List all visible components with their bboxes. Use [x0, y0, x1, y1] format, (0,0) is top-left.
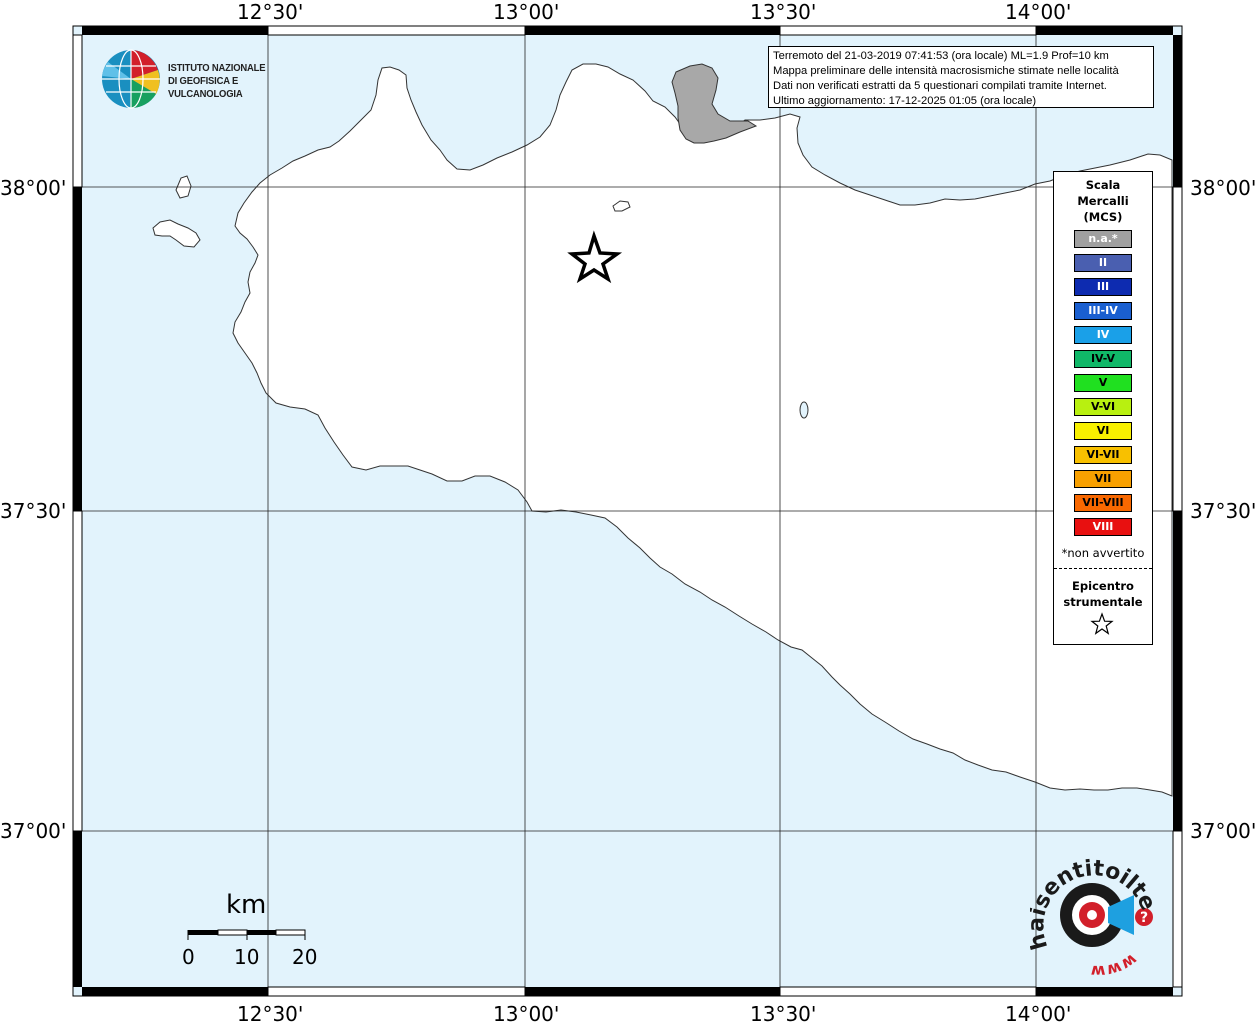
lat-label-right-1: 38°00' [1190, 176, 1255, 200]
lon-label-top-4: 14°00' [1005, 0, 1072, 24]
legend-title-line-1: Scala [1085, 178, 1121, 192]
scale-bar: km 0 10 20 [180, 890, 320, 970]
legend-swatch: V-VI [1074, 398, 1132, 416]
lat-label-left-1: 38°00' [0, 176, 67, 200]
legend-title-line-2: Mercalli [1077, 194, 1129, 208]
legend-divider [1054, 568, 1152, 569]
legend-swatch: IV [1074, 326, 1132, 344]
ingv-globe-icon [102, 49, 160, 109]
scale-tick-20: 20 [292, 945, 318, 969]
lat-label-right-2: 37°30' [1190, 499, 1255, 523]
legend-swatch: VIII [1074, 518, 1132, 536]
logo-line-1: ISTITUTO NAZIONALE [168, 62, 266, 74]
lat-label-right-3: 37°00' [1190, 819, 1255, 843]
legend-title: Scala Mercalli (MCS) [1054, 177, 1152, 225]
legend-swatch: IV-V [1074, 350, 1132, 368]
legend-epicentre-line-2: strumentale [1063, 595, 1143, 609]
lon-label-top-1: 12°30' [237, 0, 304, 24]
lat-label-left-2: 37°30' [0, 499, 67, 523]
logo-line-2: DI GEOFISICA E VULCANOLOGIA [168, 75, 243, 100]
legend-swatch: III [1074, 278, 1132, 296]
mcs-legend: Scala Mercalli (MCS) n.a.* II III III-IV IV I… [1053, 171, 1153, 645]
legend-epicentre-label: Epicentro strumentale [1054, 578, 1152, 610]
legend-title-line-3: (MCS) [1083, 210, 1123, 224]
event-line-1: Terremoto del 21-03-2019 07:41:53 (ora l… [773, 50, 1109, 62]
lat-label-left-3: 37°00' [0, 819, 67, 843]
scale-tick-10: 10 [234, 945, 260, 969]
event-line-3: Dati non verificati estratti da 5 questi… [773, 80, 1107, 92]
logo-text: ISTITUTO NAZIONALE DI GEOFISICA E VULCAN… [168, 62, 305, 101]
legend-swatch: VII-VIII [1074, 494, 1132, 512]
lon-label-bottom-2: 13°00' [493, 1002, 560, 1026]
legend-swatch: VII [1074, 470, 1132, 488]
haisentito-badge-graphic: ? haisentitoilterremoto.it www. [1019, 836, 1161, 981]
legend-note: *non avvertito [1061, 546, 1145, 560]
event-line-2: Mappa preliminare delle intensità macros… [773, 65, 1119, 77]
lon-label-top-2: 13°00' [493, 0, 560, 24]
haisentito-logo: ? haisentitoilterremoto.it www. [1019, 836, 1161, 981]
legend-star-icon [1090, 612, 1114, 635]
lake [799, 401, 809, 419]
legend-swatch: n.a.* [1074, 230, 1132, 248]
event-info-box: Terremoto del 21-03-2019 07:41:53 (ora l… [768, 46, 1154, 108]
legend-swatch: V [1074, 374, 1132, 392]
event-line-4: Ultimo aggiornamento: 17-12-2025 01:05 (… [773, 95, 1037, 107]
scale-unit: km [226, 890, 267, 920]
scale-tick-0: 0 [182, 945, 195, 969]
lon-label-bottom-3: 13°30' [750, 1002, 817, 1026]
legend-swatch: III-IV [1074, 302, 1132, 320]
legend-swatch: II [1074, 254, 1132, 272]
legend-swatch: VI [1074, 422, 1132, 440]
legend-epicentre-line-1: Epicentro [1072, 579, 1134, 593]
lon-label-bottom-1: 12°30' [237, 1002, 304, 1026]
ingv-logo: ISTITUTO NAZIONALE DI GEOFISICA E VULCAN… [100, 48, 320, 110]
lon-label-top-3: 13°30' [750, 0, 817, 24]
legend-swatch: VI-VII [1074, 446, 1132, 464]
lon-label-bottom-4: 14°00' [1005, 1002, 1072, 1026]
